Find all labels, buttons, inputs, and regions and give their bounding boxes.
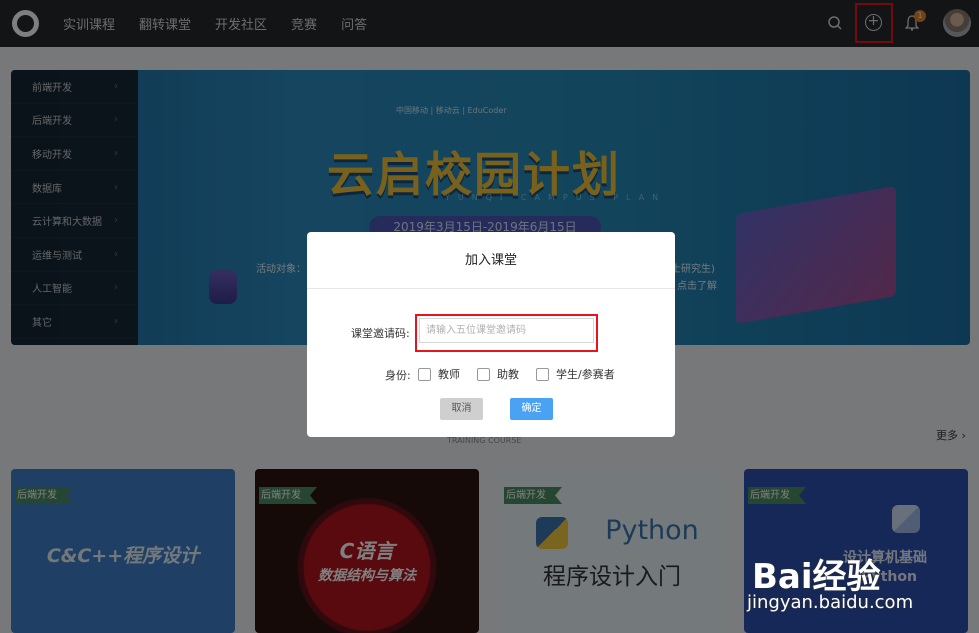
checkbox-icon — [418, 367, 431, 381]
invite-code-label: 课堂邀请码: — [351, 327, 410, 340]
role-teacher-checkbox[interactable]: 教师 — [418, 366, 460, 382]
role-assistant-checkbox[interactable]: 助教 — [477, 366, 519, 382]
dialog-title: 加入课堂 — [307, 232, 675, 289]
baidu-watermark: Bai经验 — [752, 557, 881, 597]
confirm-button[interactable]: 确定 — [510, 398, 553, 420]
join-class-dialog: 加入课堂 课堂邀请码: 请输入五位课堂邀请码 身份: 教师 助教 学生/参赛者 … — [307, 232, 675, 437]
checkbox-icon — [536, 367, 549, 381]
baidu-watermark-url: jingyan.baidu.com — [747, 592, 914, 613]
input-highlight — [415, 314, 598, 352]
role-student-checkbox[interactable]: 学生/参赛者 — [536, 366, 615, 382]
role-option-label: 教师 — [438, 368, 460, 381]
checkbox-icon — [477, 367, 490, 381]
cancel-button[interactable]: 取消 — [440, 398, 483, 420]
role-option-label: 助教 — [497, 368, 519, 381]
role-option-label: 学生/参赛者 — [556, 368, 615, 381]
role-label: 身份: — [385, 369, 411, 382]
